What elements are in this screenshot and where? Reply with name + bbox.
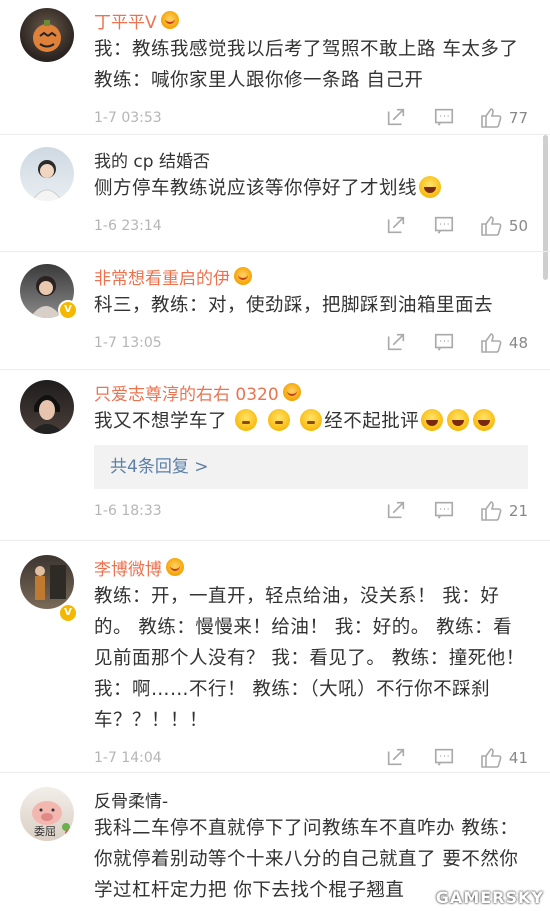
like-icon [481, 748, 502, 768]
share-icon[interactable] [385, 214, 409, 238]
crown-badge-icon [234, 267, 252, 285]
avatar[interactable] [20, 147, 74, 201]
like-button[interactable]: 48 [479, 331, 528, 355]
comment-item: 丁平平V 我：教练我感觉我以后考了驾照不敢上路 车太多了 教练：喊你家里人跟你修… [0, 0, 550, 135]
avatar-caption: 委屈 [34, 825, 56, 838]
like-count: 41 [508, 749, 528, 767]
v-verified-icon: V [58, 300, 78, 320]
comment-icon[interactable] [433, 746, 457, 770]
avatar-image [35, 565, 66, 600]
timestamp: 1-6 23:14 [94, 218, 162, 234]
timestamp: 1-7 14:04 [94, 750, 162, 766]
comment-icon[interactable] [433, 214, 457, 238]
like-button[interactable]: 50 [479, 214, 528, 238]
crown-badge-icon [282, 383, 301, 401]
like-button[interactable]: 41 [479, 746, 528, 770]
like-button[interactable]: 77 [479, 106, 528, 130]
comment-icon[interactable] [433, 331, 457, 355]
comment-item: V 李博微博 教练：开，一直开，轻点给油，没关系！ 我：好的。 教练：慢慢来！给… [0, 541, 550, 773]
laugh-emoji-icon [419, 176, 442, 198]
share-icon[interactable] [385, 499, 409, 523]
thinking-emoji-icon [300, 409, 323, 431]
like-count: 50 [508, 217, 528, 235]
username[interactable]: 只爱志尊淳的右右 0320 [94, 380, 279, 405]
thinking-emoji-icon [235, 409, 258, 431]
share-icon[interactable] [385, 106, 409, 130]
avatar-image [31, 160, 63, 201]
share-icon[interactable] [385, 746, 409, 770]
username[interactable]: 反骨柔情- [94, 787, 168, 812]
like-button[interactable]: 21 [479, 499, 528, 523]
avatar[interactable] [20, 555, 74, 609]
timestamp: 1-7 13:05 [94, 335, 162, 351]
avatar[interactable] [20, 8, 74, 62]
username[interactable]: 丁平平V [94, 8, 157, 33]
timestamp: 1-6 18:33 [94, 503, 162, 519]
comment-item: 只爱志尊淳的右右 0320 我又不想学车了 经不起批评 共4条回复 > 1-6 … [0, 370, 550, 541]
comment-text: 教练：开，一直开，轻点给油，没关系！ 我：好的。 教练：慢慢来！给油！ 我：好的… [94, 586, 525, 731]
share-icon[interactable] [385, 331, 409, 355]
laugh-emoji-icon [447, 409, 470, 431]
crown-badge-icon [166, 558, 184, 576]
avatar[interactable]: 委屈 [20, 787, 74, 841]
username[interactable]: 李博微博 [94, 555, 162, 580]
crown-badge-icon [160, 11, 179, 29]
v-verified-icon: V [58, 603, 78, 623]
comment-icon[interactable] [433, 106, 457, 130]
laugh-emoji-icon [473, 409, 496, 431]
comment-item: V 非常想看重启的伊 科三，教练：对，使劲踩，把脚踩到油箱里面去 1-7 13:… [0, 252, 550, 370]
like-icon [481, 108, 502, 128]
like-count: 77 [508, 109, 528, 127]
like-icon [481, 216, 502, 236]
comment-item: 我的 cp 结婚否 侧方停车教练说应该等你停好了才划线 1-6 23:14 50 [0, 135, 550, 252]
comment-text: 侧方停车教练说应该等你停好了才划线 [94, 173, 528, 204]
comment-text: 我又不想学车了 经不起批评 [94, 406, 528, 437]
laugh-emoji-icon [421, 409, 444, 431]
like-count: 21 [508, 502, 528, 520]
avatar-image [33, 20, 61, 52]
watermark: GAMERSKY [435, 888, 544, 907]
comment-text: 我：教练我感觉我以后考了驾照不敢上路 车太多了 教练：喊你家里人跟你修一条路 自… [94, 39, 519, 91]
like-icon [481, 333, 502, 353]
username[interactable]: 我的 cp 结婚否 [94, 147, 210, 172]
timestamp: 1-7 03:53 [94, 110, 162, 126]
comment-icon[interactable] [433, 499, 457, 523]
avatar-image [30, 395, 64, 434]
avatar[interactable] [20, 380, 74, 434]
view-replies-link[interactable]: 共4条回复 > [94, 445, 528, 489]
like-icon [481, 501, 502, 521]
comment-text: 科三，教练：对，使劲踩，把脚踩到油箱里面去 [94, 295, 494, 316]
thinking-emoji-icon [267, 409, 290, 431]
like-count: 48 [508, 334, 528, 352]
username[interactable]: 非常想看重启的伊 [94, 264, 230, 289]
